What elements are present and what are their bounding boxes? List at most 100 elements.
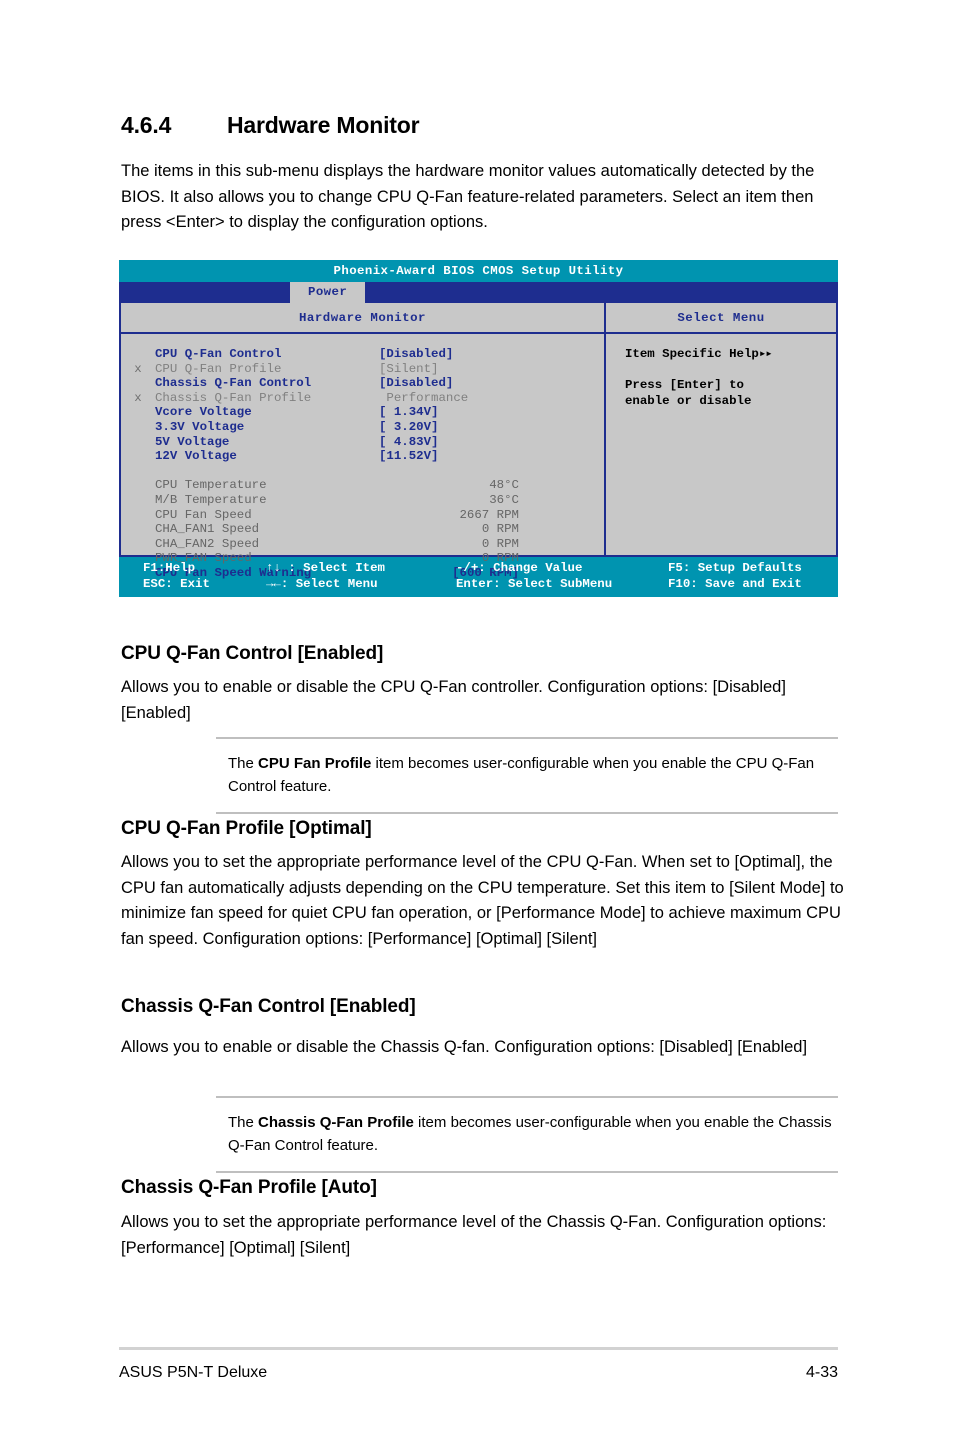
footer-divider xyxy=(119,1347,838,1350)
section-intro-paragraph: The items in this sub-menu displays the … xyxy=(121,162,815,231)
fk-f5-setup-defaults[interactable]: F5: Setup Defaults xyxy=(668,561,838,577)
bios-settings-panel-title: Hardware Monitor xyxy=(121,303,604,334)
item-heading-cpu-qfan-profile: CPU Q-Fan Profile [Optimal] xyxy=(121,818,372,839)
row-label: Vcore Voltage xyxy=(155,405,252,420)
bios-tab-power[interactable]: Power xyxy=(290,282,366,303)
row-disabled-marker: x xyxy=(134,390,142,405)
note-cpu-fan-profile: The CPU Fan Profile item becomes user-co… xyxy=(216,737,838,814)
row-label: 12V Voltage xyxy=(155,449,237,464)
row-value: [Silent] xyxy=(379,361,439,376)
help-line-2: enable or disable xyxy=(625,393,752,408)
fk-change-value[interactable]: -/+: Change Value xyxy=(456,561,668,577)
row-disabled-marker: x xyxy=(134,361,142,376)
bios-settings-panel: Hardware Monitor CPU Q-Fan Control [Disab… xyxy=(121,303,606,580)
row-label: CPU Q-Fan Control xyxy=(155,347,282,361)
item-body-chassis-qfan-control: Allows you to enable or disable the Chas… xyxy=(121,1038,808,1056)
row-label: CPU Temperature xyxy=(155,478,267,493)
item-heading-cpu-qfan-control: CPU Q-Fan Control [Enabled] xyxy=(121,643,384,664)
fk-esc-exit[interactable]: ESC: Exit xyxy=(119,577,266,593)
row-value: Performance xyxy=(379,390,469,405)
fk-f10-save-exit[interactable]: F10: Save and Exit xyxy=(668,577,838,593)
footer-product-name: ASUS P5N-T Deluxe xyxy=(119,1364,268,1381)
fk-select-item[interactable]: ↑↓ : Select Item xyxy=(266,561,456,577)
bios-setting-row[interactable]: Chassis Q-Fan Control [Disabled] xyxy=(121,376,604,391)
row-value: 2667 RPM xyxy=(459,507,520,522)
bios-reading-row[interactable]: CPU Fan Speed 2667 RPM xyxy=(121,508,604,523)
note-0-bold: CPU Fan Profile xyxy=(258,755,372,772)
function-key-row-1: F1:Help ↑↓ : Select Item -/+: Change Val… xyxy=(119,561,838,577)
document-page: 4.6.4 Hardware Monitor The items in this… xyxy=(0,0,954,1438)
bios-menu-bar: Power xyxy=(119,282,838,303)
row-label: 3.3V Voltage xyxy=(155,419,245,434)
note-1-bold: Chassis Q-Fan Profile xyxy=(258,1114,414,1131)
row-label: CHA_FAN2 Speed xyxy=(155,536,260,551)
row-label: CPU Q-Fan Profile xyxy=(155,361,282,376)
item-body-chassis-qfan-profile: Allows you to set the appropriate perfor… xyxy=(121,1213,827,1257)
help-heading-line: Item Specific Help▸▸ xyxy=(625,347,817,363)
row-label: M/B Temperature xyxy=(155,492,267,507)
row-value: [Disabled] xyxy=(379,376,454,391)
row-disabled-marker xyxy=(121,508,155,523)
row-value: [11.52V] xyxy=(379,449,439,464)
bios-content-area: Hardware Monitor CPU Q-Fan Control [Disab… xyxy=(119,303,838,580)
bios-reading-row[interactable]: M/B Temperature 36°C xyxy=(121,493,604,508)
section-title: Hardware Monitor xyxy=(227,112,420,138)
bios-setup-screenshot: Phoenix-Award BIOS CMOS Setup Utility Po… xyxy=(119,260,838,597)
section-heading: 4.6.4 Hardware Monitor xyxy=(121,112,841,139)
row-disabled-marker xyxy=(121,478,155,493)
row-label: CPU Fan Speed xyxy=(155,507,252,522)
row-label: CHA_FAN1 Speed xyxy=(155,522,260,537)
double-right-arrow-icon: ▸▸ xyxy=(758,347,773,361)
bios-setting-row[interactable]: Vcore Voltage [ 1.34V] xyxy=(121,405,604,420)
fk-select-submenu[interactable]: Enter: Select SubMenu xyxy=(456,577,668,593)
row-label: Chassis Q-Fan Profile xyxy=(155,390,312,405)
function-key-row-2: ESC: Exit →←: Select Menu Enter: Select … xyxy=(119,577,838,593)
bios-help-panel-title: Select Menu xyxy=(606,303,836,334)
item-body-cpu-qfan-control: Allows you to enable or disable the CPU … xyxy=(121,678,786,722)
row-disabled-marker xyxy=(121,449,155,464)
row-value: [Disabled] xyxy=(379,347,454,361)
item-heading-chassis-qfan-profile: Chassis Q-Fan Profile [Auto] xyxy=(121,1177,377,1198)
bios-setting-row[interactable]: 3.3V Voltage [ 3.20V] xyxy=(121,420,604,435)
bios-reading-row[interactable]: CHA_FAN1 Speed 0 RPM xyxy=(121,522,604,537)
bios-setting-row[interactable]: 5V Voltage [ 4.83V] xyxy=(121,435,604,450)
note-1-pre: The xyxy=(228,1114,259,1131)
fk-select-menu[interactable]: →←: Select Menu xyxy=(266,577,456,593)
row-value: [ 4.83V] xyxy=(379,434,439,449)
bios-setting-row[interactable]: 12V Voltage [11.52V] xyxy=(121,449,604,464)
row-value: 48°C xyxy=(489,478,519,493)
row-label: Chassis Q-Fan Control xyxy=(155,376,312,391)
row-value: 0 RPM xyxy=(481,522,519,537)
row-disabled-marker xyxy=(121,405,155,420)
row-disabled-marker xyxy=(121,493,155,508)
row-disabled-marker xyxy=(121,435,155,450)
bios-setting-row[interactable]: x Chassis Q-Fan Profile Performance xyxy=(121,391,604,406)
row-disabled-marker xyxy=(121,537,155,552)
bios-reading-row[interactable]: CHA_FAN2 Speed 0 RPM xyxy=(121,537,604,552)
row-disabled-marker xyxy=(121,376,155,391)
note-chassis-qfan-profile: The Chassis Q-Fan Profile item becomes u… xyxy=(216,1096,838,1173)
help-heading: Item Specific Help xyxy=(625,347,759,361)
row-value: [ 3.20V] xyxy=(379,419,439,434)
row-disabled-marker xyxy=(121,522,155,537)
item-heading-chassis-qfan-control: Chassis Q-Fan Control [Enabled] xyxy=(121,996,416,1017)
bios-help-panel: Select Menu Item Specific Help▸▸ Press [… xyxy=(606,303,836,555)
row-value: 0 RPM xyxy=(481,536,519,551)
item-body-cpu-qfan-profile: Allows you to set the appropriate perfor… xyxy=(121,853,844,948)
fk-f1-help[interactable]: F1:Help xyxy=(119,561,266,577)
bios-reading-row[interactable]: CPU Temperature 48°C xyxy=(121,478,604,493)
row-value: 36°C xyxy=(489,492,519,507)
row-disabled-marker xyxy=(121,420,155,435)
bios-setting-row[interactable]: CPU Q-Fan Control [Disabled] xyxy=(121,347,604,362)
bios-settings-list: CPU Q-Fan Control [Disabled] x CPU Q-Fan Pr… xyxy=(121,334,604,581)
help-gap xyxy=(625,363,817,379)
section-number: 4.6.4 xyxy=(121,112,172,138)
footer-page-number: 4-33 xyxy=(805,1364,838,1381)
bios-help-text: Item Specific Help▸▸ Press [Enter] to en… xyxy=(606,334,836,555)
row-value: [ 1.34V] xyxy=(379,405,439,420)
bios-function-key-bar: F1:Help ↑↓ : Select Item -/+: Change Val… xyxy=(119,557,838,597)
bios-setting-row[interactable]: x CPU Q-Fan Profile [Silent] xyxy=(121,362,604,377)
bios-title-bar: Phoenix-Award BIOS CMOS Setup Utility xyxy=(119,260,838,282)
row-label: 5V Voltage xyxy=(155,434,230,449)
